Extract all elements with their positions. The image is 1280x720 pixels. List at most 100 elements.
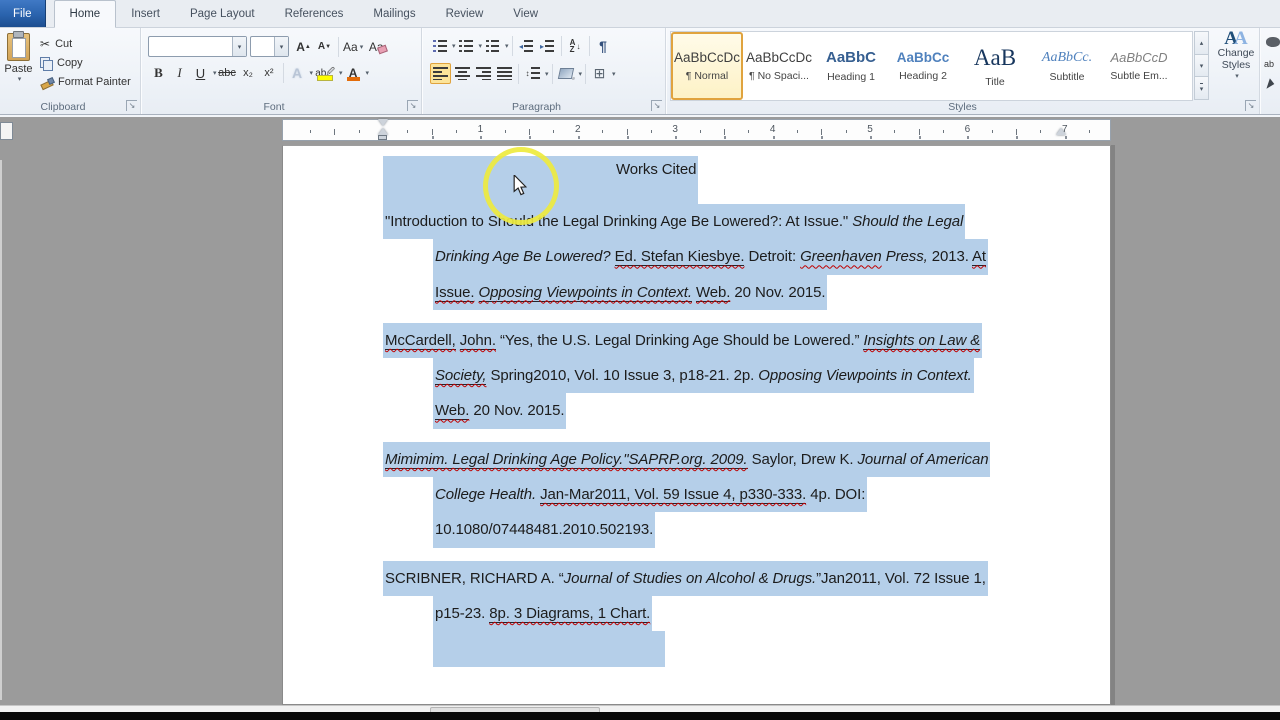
styles-scroll-down-button[interactable]: ▾ [1194,54,1209,78]
tab-file[interactable]: File [0,0,46,27]
style-subtitle[interactable]: AaBbCc.Subtitle [1031,32,1103,100]
styles-more-button[interactable]: ▾ [1194,76,1209,100]
highlight-color-button[interactable]: ab🖉 [314,64,336,83]
cut-button[interactable]: ✂ Cut [40,34,131,53]
paint-bucket-icon [558,68,574,79]
doc-line[interactable]: Web. 20 Nov. 2015. [433,393,990,428]
tab-page-layout[interactable]: Page Layout [175,0,270,27]
tab-review[interactable]: Review [431,0,499,27]
doc-line[interactable]: Issue. Opposing Viewpoints in Context. W… [433,275,990,310]
doc-line[interactable]: Drinking Age Be Lowered? Ed. Stefan Kies… [433,239,990,274]
increase-indent-button[interactable]: ▸ [538,37,557,56]
doc-line[interactable]: McCardell, John. “Yes, the U.S. Legal Dr… [383,323,990,358]
shading-button[interactable] [557,64,576,83]
font-name-combo[interactable]: ▾ [148,36,247,57]
decrease-indent-button[interactable]: ◂ [517,37,536,56]
doc-line[interactable] [433,631,990,666]
underline-dropdown[interactable]: ▾ [213,69,217,77]
sort-button[interactable]: AZ↓ [566,37,585,56]
format-painter-button[interactable]: Format Painter [40,72,131,91]
style-normal[interactable]: AaBbCcDc¶ Normal [671,32,743,100]
doc-line[interactable]: 10.1080/07448481.2010.502193. [433,512,990,547]
doc-line[interactable]: College Health. Jan-Mar2011, Vol. 59 Iss… [433,477,990,512]
style-nospacing[interactable]: AaBbCcDc¶ No Spaci... [743,32,815,100]
left-indent-marker[interactable] [378,135,387,140]
tab-selector-button[interactable] [0,122,13,140]
font-color-button[interactable]: A [344,64,363,83]
align-center-button[interactable] [453,64,472,83]
font-size-dropdown[interactable]: ▾ [274,37,288,56]
hanging-indent-marker[interactable] [378,128,388,135]
style-heading1[interactable]: AaBbCHeading 1 [815,32,887,100]
tab-home[interactable]: Home [54,0,117,28]
paste-button[interactable]: Paste ▾ [1,32,36,108]
bullets-dropdown[interactable]: ▾ [452,42,456,50]
ruler-number: 6 [963,124,971,135]
bullets-button[interactable] [430,37,449,56]
shading-dropdown[interactable]: ▾ [579,70,583,78]
doc-line[interactable]: SCRIBNER, RICHARD A. “Journal of Studies… [383,561,990,596]
font-dialog-launcher[interactable]: ↘ [407,100,418,111]
bold-button[interactable]: B [149,64,168,83]
tab-references[interactable]: References [270,0,359,27]
ruler-strip[interactable]: 1234567 [282,119,1111,141]
align-left-button[interactable] [430,63,451,84]
styles-dialog-launcher[interactable]: ↘ [1245,100,1256,111]
clear-formatting-button[interactable]: Aa [365,37,387,56]
doc-text-segment: Journal of Studies on Alcohol & Drugs. [564,570,816,587]
multilevel-list-button[interactable] [483,37,502,56]
horizontal-scrollbar[interactable] [0,705,1280,712]
first-line-indent-marker[interactable] [378,119,388,126]
clipboard-dialog-launcher[interactable]: ↘ [126,100,137,111]
styles-scroll-up-button[interactable]: ▴ [1194,31,1209,55]
text-effects-button[interactable]: A [288,64,307,83]
multilevel-list-dropdown[interactable]: ▾ [505,42,509,50]
justify-button[interactable] [495,64,514,83]
change-styles-button[interactable]: AA Change Styles ▾ [1213,33,1259,83]
doc-line[interactable]: Society, Spring2010, Vol. 10 Issue 3, p1… [433,358,990,393]
subscript-button[interactable]: x₂ [239,64,258,83]
style-subtleem[interactable]: AaBbCcDSubtle Em... [1103,32,1175,100]
document-page[interactable]: Works Cited"Introduction to Should the L… [282,145,1111,705]
style-heading2[interactable]: AaBbCcHeading 2 [887,32,959,100]
underline-button[interactable]: U [191,64,210,83]
doc-text-segment: Web. [435,402,469,420]
tab-insert[interactable]: Insert [116,0,175,27]
numbering-button[interactable] [457,37,476,56]
italic-button[interactable]: I [170,64,189,83]
font-color-dropdown[interactable]: ▾ [366,69,370,77]
superscript-button[interactable]: x² [260,64,279,83]
copy-button[interactable]: Copy [40,53,131,72]
selection-highlight: Drinking Age Be Lowered? Ed. Stefan Kies… [433,239,988,274]
borders-dropdown[interactable]: ▾ [612,70,616,78]
paragraph-dialog-launcher[interactable]: ↘ [651,100,662,111]
replace-icon[interactable]: ab [1264,59,1274,69]
find-icon[interactable] [1266,37,1280,47]
font-name-dropdown[interactable]: ▾ [232,37,246,56]
doc-text-segment: At [972,248,986,266]
paste-dropdown-arrow[interactable]: ▾ [3,75,36,83]
align-right-button[interactable] [474,64,493,83]
text-effects-dropdown[interactable]: ▾ [310,69,314,77]
tab-view[interactable]: View [498,0,553,27]
shrink-font-button[interactable]: A▼ [315,37,334,56]
doc-line[interactable]: Mimimim. Legal Drinking Age Policy."SAPR… [383,442,990,477]
font-size-combo[interactable]: ▾ [250,36,289,57]
borders-button[interactable]: ⊞ [590,64,609,83]
change-case-button[interactable]: Aa▾ [343,37,363,56]
show-hide-paragraph-button[interactable]: ¶ [594,37,613,56]
paste-label: Paste [1,63,36,75]
line-spacing-button[interactable]: ↕ [523,64,542,83]
tab-mailings[interactable]: Mailings [358,0,430,27]
style-title[interactable]: AaBTitle [959,32,1031,100]
doc-line[interactable]: "Introduction to Should the Legal Drinki… [383,204,990,239]
doc-line[interactable]: p15-23. 8p. 3 Diagrams, 1 Chart. [433,596,990,631]
grow-font-button[interactable]: A▲ [294,37,313,56]
select-cursor-icon[interactable] [1266,78,1275,90]
line-spacing-dropdown[interactable]: ▾ [545,70,549,78]
doc-title-line[interactable]: Works Cited [383,156,990,204]
numbering-dropdown[interactable]: ▾ [479,42,483,50]
highlight-color-dropdown[interactable]: ▾ [339,69,343,77]
strikethrough-button[interactable]: abc [218,64,237,83]
clipboard-group-label: Clipboard [0,101,126,113]
